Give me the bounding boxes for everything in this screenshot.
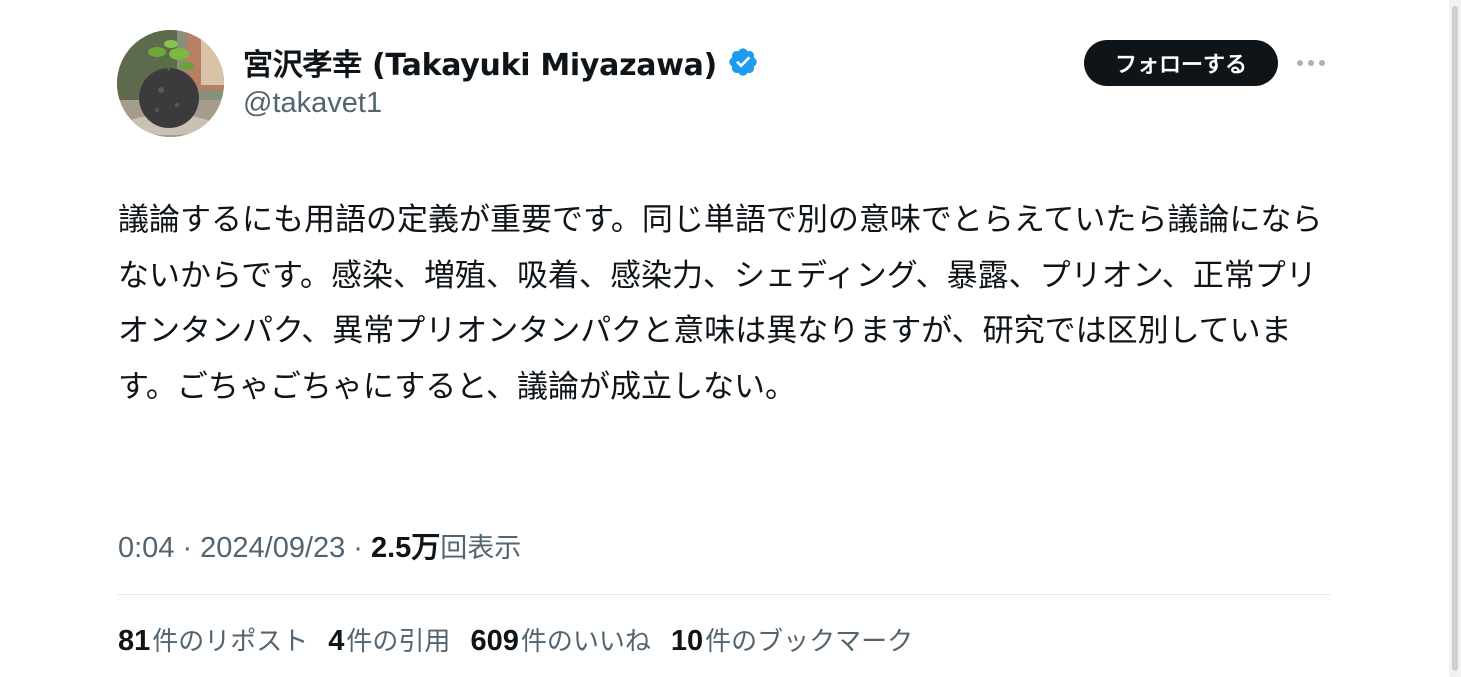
tweet-text: 議論するにも用語の定義が重要です。同じ単語で別の意味でとらえていたら議論にならな…: [118, 202, 1323, 405]
views-count: 2.5万: [370, 532, 441, 564]
views-label: 回表示: [440, 533, 522, 564]
more-options-button[interactable]: [1294, 50, 1328, 76]
author-handle[interactable]: @takavet1: [243, 87, 382, 120]
scrollbar[interactable]: [1449, 0, 1461, 677]
verified-badge-icon: [727, 46, 759, 78]
meta-separator: ·: [182, 532, 193, 564]
avatar-image: [117, 30, 224, 137]
stat-label: 件の引用: [346, 627, 451, 657]
engagement-stats: 81 件のリポスト 4 件の引用 609 件のいいね 10 件のブックマーク: [118, 621, 933, 658]
stat-count: 4: [328, 625, 345, 657]
stat-count: 10: [670, 625, 704, 657]
stat-reposts[interactable]: 81 件のリポスト: [118, 621, 308, 658]
tweet-page: 宮沢孝幸 (Takayuki Miyazawa) @takavet1 フォローす…: [0, 0, 1461, 677]
avatar[interactable]: [117, 30, 224, 137]
divider: [118, 594, 1330, 595]
stat-likes[interactable]: 609 件のいいね: [470, 621, 650, 658]
stat-label: 件のブックマーク: [705, 627, 914, 657]
more-horizontal-icon: [1297, 60, 1325, 66]
scrollbar-thumb[interactable]: [1452, 6, 1458, 671]
follow-button[interactable]: フォローする: [1084, 40, 1278, 86]
stat-quotes[interactable]: 4 件の引用: [328, 621, 450, 658]
stat-count: 609: [470, 625, 519, 657]
tweet-time[interactable]: 0:04: [118, 532, 174, 565]
stat-label: 件のいいね: [520, 627, 651, 657]
stat-bookmarks[interactable]: 10 件のブックマーク: [671, 621, 913, 658]
author-display-name[interactable]: 宮沢孝幸 (Takayuki Miyazawa): [243, 40, 717, 84]
author-name-row[interactable]: 宮沢孝幸 (Takayuki Miyazawa): [243, 40, 759, 84]
tweet-meta: 0:04 · 2024/09/23 · 2.5万 回表示: [118, 524, 521, 566]
stat-count: 81: [118, 625, 151, 657]
stat-label: 件のリポスト: [152, 627, 309, 657]
meta-separator: ·: [353, 532, 363, 564]
tweet-date[interactable]: 2024/09/23: [200, 532, 345, 565]
